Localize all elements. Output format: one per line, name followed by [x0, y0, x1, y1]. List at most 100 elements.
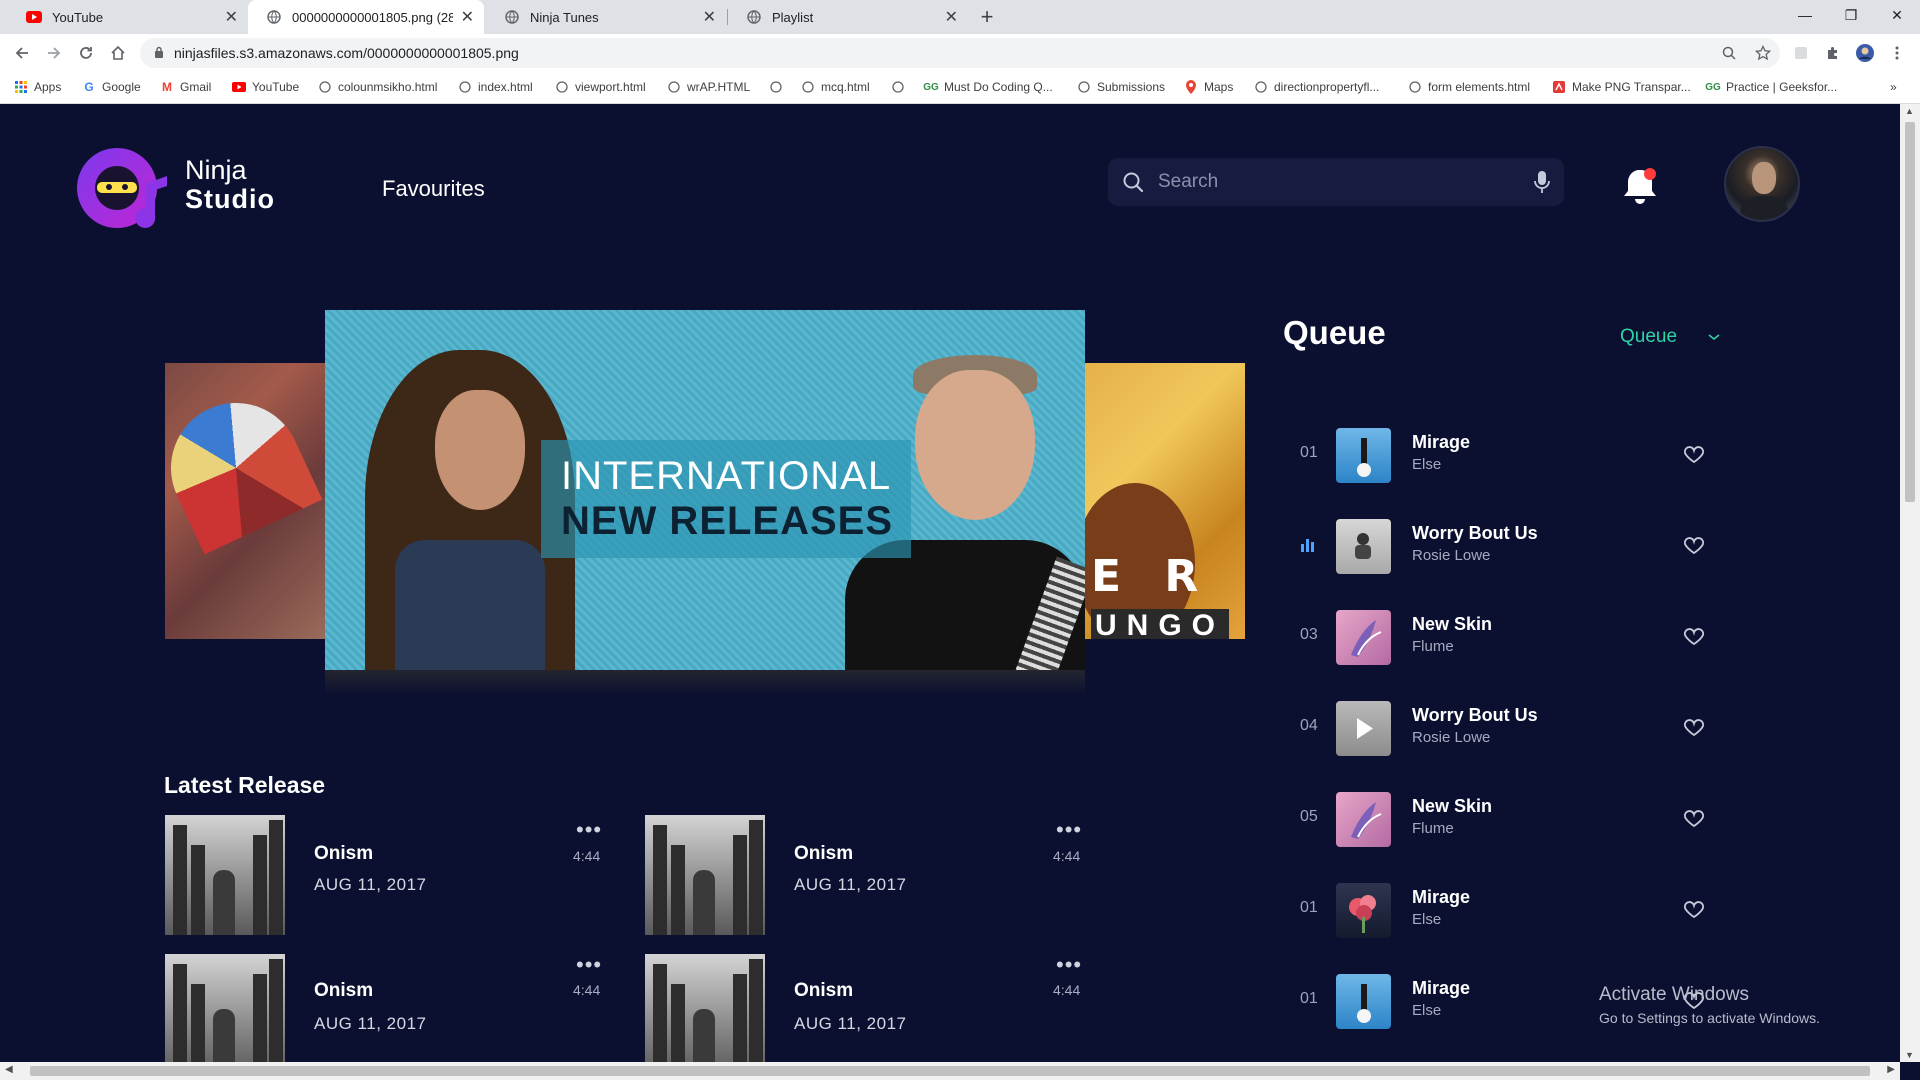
bookmark-mcq[interactable]: mcq.html — [801, 80, 870, 94]
brand-line-2: Studio — [185, 184, 275, 214]
queue-item[interactable]: 03 New Skin Flume — [1292, 606, 1712, 668]
bookmark-apps[interactable]: Apps — [14, 80, 61, 94]
bookmark-make-png[interactable]: Make PNG Transpar... — [1552, 80, 1691, 94]
queue-item-playing[interactable]: Worry Bout Us Rosie Lowe — [1292, 515, 1712, 577]
bookmarks-overflow-button[interactable]: » — [1890, 80, 1897, 94]
bookmark-gmail[interactable]: M Gmail — [160, 80, 211, 94]
tab-label: YouTube — [52, 9, 104, 25]
globe-icon — [746, 9, 762, 25]
restore-button[interactable]: ❐ — [1828, 0, 1874, 30]
close-icon[interactable]: ✕ — [945, 7, 958, 27]
release-date: AUG 11, 2017 — [314, 1014, 427, 1033]
queue-item[interactable]: 01 Mirage Else — [1292, 879, 1712, 941]
brand-line-1: Ninja — [185, 155, 247, 185]
queue-item-artist: Else — [1412, 456, 1442, 473]
queue-item-title: Worry Bout Us — [1412, 705, 1538, 725]
play-icon[interactable] — [1336, 701, 1391, 756]
globe-icon — [891, 80, 905, 94]
queue-item[interactable]: 04 Worry Bout Us Rosie Lowe — [1292, 697, 1712, 759]
bookmark-star-button[interactable] — [1750, 40, 1776, 66]
home-button[interactable] — [104, 40, 132, 66]
reload-button[interactable] — [72, 40, 100, 66]
heart-icon[interactable] — [1682, 442, 1706, 466]
more-options-icon[interactable]: ••• — [576, 817, 602, 843]
horizontal-scrollbar[interactable]: ◀ ▶ — [0, 1062, 1900, 1080]
bookmark-directionproperty[interactable]: directionpropertyfl... — [1254, 80, 1379, 94]
back-button[interactable] — [8, 40, 36, 66]
release-card[interactable]: Onism AUG 11, 2017 ••• 4:44 — [165, 815, 625, 940]
browser-menu-button[interactable] — [1884, 40, 1910, 66]
tab-youtube[interactable]: YouTube ✕ — [8, 0, 248, 34]
scroll-right-arrow-icon[interactable]: ▶ — [1887, 1064, 1895, 1075]
kebab-menu-icon — [1895, 46, 1899, 60]
scroll-left-arrow-icon[interactable]: ◀ — [5, 1064, 13, 1075]
bookmark-untitled[interactable] — [769, 80, 789, 94]
release-duration: 4:44 — [1053, 848, 1081, 864]
bookmark-index[interactable]: index.html — [458, 80, 533, 94]
extensions-button[interactable] — [1820, 40, 1846, 66]
forward-button[interactable] — [40, 40, 68, 66]
extension-button[interactable] — [1788, 40, 1814, 66]
bookmark-submissions[interactable]: Submissions — [1077, 80, 1165, 94]
vertical-scrollbar-thumb[interactable] — [1905, 122, 1915, 502]
microphone-icon[interactable] — [1534, 170, 1550, 194]
tab-image[interactable]: 0000000000001805.png (2880×3 ✕ — [248, 0, 484, 34]
close-icon[interactable]: ✕ — [703, 7, 716, 27]
heart-icon[interactable] — [1682, 533, 1706, 557]
heart-icon[interactable] — [1682, 897, 1706, 921]
tab-ninja-tunes[interactable]: Ninja Tunes ✕ — [486, 0, 726, 34]
arrow-right-icon — [48, 47, 61, 59]
profile-button[interactable] — [1852, 40, 1878, 66]
section-title-latest-release: Latest Release — [164, 772, 326, 798]
gfg-icon: GG — [1705, 81, 1721, 93]
queue-dropdown[interactable]: Queue — [1620, 326, 1721, 348]
close-icon[interactable]: ✕ — [461, 7, 474, 27]
bookmark-viewport[interactable]: viewport.html — [555, 80, 646, 94]
bookmark-google[interactable]: G Google — [82, 80, 140, 94]
queue-item-artist: Else — [1412, 1002, 1442, 1019]
carousel-slide-right[interactable]: E R A UNGO — [1085, 363, 1245, 639]
release-card[interactable]: Onism AUG 11, 2017 ••• 4:44 — [165, 952, 625, 1062]
heart-icon[interactable] — [1682, 715, 1706, 739]
hero-banner[interactable]: INTERNATIONAL NEW RELEASES — [325, 310, 1085, 670]
bookmark-untitled-2[interactable] — [891, 80, 911, 94]
avatar-face — [1752, 162, 1776, 194]
ninja-logo-icon[interactable] — [75, 146, 175, 236]
bookmark-practice-gfg[interactable]: GG Practice | Geeksfor... — [1705, 80, 1837, 94]
search-input[interactable] — [1158, 171, 1534, 193]
bookmark-form-elements[interactable]: form elements.html — [1408, 80, 1530, 94]
window-close-button[interactable]: ✕ — [1874, 0, 1920, 30]
bookmark-wrap[interactable]: wrAP.HTML — [667, 80, 750, 94]
horizontal-scrollbar-thumb[interactable] — [30, 1066, 1870, 1076]
browser-tab-strip: YouTube ✕ 0000000000001805.png (2880×3 ✕… — [0, 0, 1920, 34]
address-bar[interactable]: ninjasfiles.s3.amazonaws.com/00000000000… — [140, 38, 1780, 68]
heart-icon[interactable] — [1682, 624, 1706, 648]
more-options-icon[interactable]: ••• — [1056, 952, 1082, 978]
zoom-button[interactable] — [1716, 40, 1742, 66]
release-card[interactable]: Onism AUG 11, 2017 ••• 4:44 — [645, 952, 1105, 1062]
bookmark-must-do-coding[interactable]: GG Must Do Coding Q... — [923, 80, 1053, 94]
nav-favourites[interactable]: Favourites — [382, 176, 485, 202]
release-thumbnail — [645, 815, 765, 935]
release-card[interactable]: Onism AUG 11, 2017 ••• 4:44 — [645, 815, 1105, 940]
bookmark-maps[interactable]: Maps — [1184, 80, 1233, 94]
user-avatar[interactable] — [1724, 146, 1800, 222]
more-options-icon[interactable]: ••• — [1056, 817, 1082, 843]
equalizer-icon — [1301, 539, 1314, 552]
minimize-button[interactable]: — — [1782, 0, 1828, 30]
new-tab-button[interactable]: + — [973, 4, 1001, 30]
bookmark-youtube[interactable]: YouTube — [232, 80, 299, 94]
queue-item[interactable]: 01 Mirage Else — [1292, 424, 1712, 486]
scroll-up-arrow-icon[interactable]: ▲ — [1905, 106, 1914, 116]
tab-playlist[interactable]: Playlist ✕ — [728, 0, 968, 34]
carousel-slide-left[interactable] — [165, 363, 325, 639]
scroll-down-arrow-icon[interactable]: ▼ — [1905, 1050, 1914, 1060]
vertical-scrollbar[interactable]: ▲ ▼ — [1900, 104, 1920, 1062]
queue-item-artist: Rosie Lowe — [1412, 547, 1491, 564]
close-icon[interactable]: ✕ — [225, 7, 238, 27]
bookmark-colounmsikho[interactable]: colounmsikho.html — [318, 80, 437, 94]
more-options-icon[interactable]: ••• — [576, 952, 602, 978]
heart-icon[interactable] — [1682, 806, 1706, 830]
queue-item[interactable]: 05 New Skin Flume — [1292, 788, 1712, 850]
notification-bell-icon[interactable] — [1620, 164, 1660, 206]
